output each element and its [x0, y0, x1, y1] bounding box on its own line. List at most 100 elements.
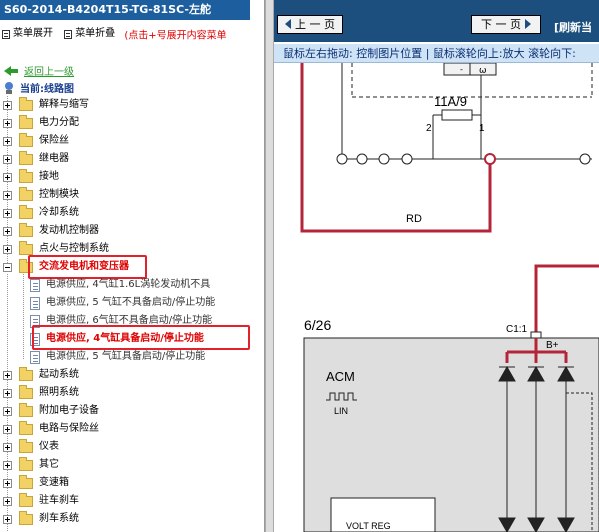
document-icon: [30, 278, 40, 292]
svg-text:ω: ω: [479, 66, 487, 76]
viewer-panel: 上 一 页 下 一 页 [刷新当 鼠标左右拖动: 控制图片位置 | 鼠标滚轮向上…: [274, 0, 599, 532]
expand-icon[interactable]: [3, 388, 12, 398]
wiring-diagram[interactable]: - ω 11A/9 2 1 RD 6/26 C1:1 B+ ACM LIN VO…: [274, 62, 599, 532]
expand-icon[interactable]: [3, 514, 12, 524]
svg-text:VOLT REG: VOLT REG: [346, 521, 391, 531]
viewer-nav-bar: 上 一 页 下 一 页 [刷新当: [274, 0, 599, 42]
expand-icon[interactable]: [3, 442, 12, 452]
list-icon: [64, 29, 73, 39]
folder-icon: [19, 420, 33, 435]
svg-text:ACM: ACM: [326, 369, 355, 384]
tree-item-transmission[interactable]: 变速箱: [0, 474, 69, 492]
folder-icon: [19, 402, 33, 417]
expand-icon[interactable]: [3, 154, 12, 164]
collapse-icon[interactable]: [3, 262, 12, 272]
folder-icon: [19, 384, 33, 399]
tree-item-control-modules[interactable]: 控制模块: [0, 186, 79, 204]
expand-menu-button[interactable]: 菜单展开: [0, 26, 53, 42]
tree-item-parking-brake[interactable]: 驻车刹车: [0, 492, 79, 510]
tree-subitem[interactable]: 电源供应, 5 气缸具备启动/停止功能: [30, 348, 205, 366]
expand-icon[interactable]: [3, 424, 12, 434]
folder-icon: [19, 132, 33, 147]
folder-icon: [19, 96, 33, 111]
arrow-left-icon: [285, 19, 291, 29]
refresh-link[interactable]: [刷新当: [554, 19, 592, 35]
expand-icon[interactable]: [3, 172, 12, 182]
tree-item-ignition[interactable]: 点火与控制系统: [0, 240, 109, 258]
folder-icon: [19, 186, 33, 201]
expand-icon[interactable]: [3, 244, 12, 254]
expand-icon[interactable]: [3, 406, 12, 416]
tree-item-cooling[interactable]: 冷却系统: [0, 204, 79, 222]
expand-icon[interactable]: [3, 370, 12, 380]
back-arrow-icon: [4, 65, 18, 76]
tree-subitem[interactable]: 电源供应, 5 气缸不具备启动/停止功能: [30, 294, 215, 312]
list-icon: [2, 29, 10, 39]
folder-icon: [19, 222, 33, 237]
svg-text:C1:1: C1:1: [506, 324, 528, 335]
svg-text:B+: B+: [546, 340, 559, 351]
expand-icon[interactable]: [3, 100, 12, 110]
tree-subitem[interactable]: 电源供应, 4气缸1.6L涡轮发动机不具: [30, 276, 210, 294]
prev-page-button[interactable]: 上 一 页: [277, 15, 343, 34]
tree-item-circuits[interactable]: 电路与保险丝: [0, 420, 99, 438]
folder-icon: [19, 168, 33, 183]
arrow-right-icon: [525, 19, 531, 29]
folder-icon: [19, 456, 33, 471]
menu-toolbar: 菜单展开 菜单折叠 (点击+号展开内容菜单: [0, 26, 264, 42]
tree-item-electronics[interactable]: 附加电子设备: [0, 402, 99, 420]
splitter-handle[interactable]: [265, 0, 274, 532]
svg-text:-: -: [460, 65, 463, 74]
svg-text:RD: RD: [406, 213, 422, 225]
tree-item-lighting[interactable]: 照明系统: [0, 384, 79, 402]
svg-text:2: 2: [426, 123, 432, 134]
wiring-diagram-canvas: - ω 11A/9 2 1 RD 6/26 C1:1 B+ ACM LIN VO…: [300, 62, 599, 532]
tree-item-fuses[interactable]: 保险丝: [0, 132, 69, 150]
tree-item-relays[interactable]: 继电器: [0, 150, 69, 168]
expand-icon[interactable]: [3, 190, 12, 200]
folder-icon: [19, 510, 33, 525]
menu-panel: S60-2014-B4204T15-TG-81SC-左舵 菜单展开 菜单折叠 (…: [0, 0, 265, 532]
tree-subitem-selected[interactable]: 电源供应, 4气缸具备启动/停止功能: [30, 330, 204, 348]
folder-open-icon: [19, 258, 33, 273]
tree-item-brakes[interactable]: 刹车系统: [0, 510, 79, 528]
fuse-label: 11A/9: [434, 94, 467, 109]
document-icon: [30, 332, 40, 346]
expand-icon[interactable]: [3, 226, 12, 236]
expand-icon[interactable]: [3, 118, 12, 128]
next-page-button[interactable]: 下 一 页: [471, 15, 541, 34]
tree-item-instruments[interactable]: 仪表: [0, 438, 59, 456]
tree-item-power-distribution[interactable]: 电力分配: [0, 114, 79, 132]
document-icon: [30, 350, 40, 364]
folder-icon: [19, 438, 33, 453]
folder-icon: [19, 240, 33, 255]
tree-item-alternator[interactable]: 交流发电机和变压器: [0, 258, 129, 276]
document-icon: [30, 314, 40, 328]
tree-item-other[interactable]: 其它: [0, 456, 59, 474]
expand-icon[interactable]: [3, 496, 12, 506]
document-title: S60-2014-B4204T15-TG-81SC-左舵: [0, 0, 250, 20]
tree-item-engine-controller[interactable]: 发动机控制器: [0, 222, 99, 240]
tree-subitem[interactable]: 电源供应, 6气缸不具备启动/停止功能: [30, 312, 212, 330]
folder-icon: [19, 474, 33, 489]
folder-icon: [19, 150, 33, 165]
expand-icon[interactable]: [3, 136, 12, 146]
folder-icon: [19, 492, 33, 507]
menu-hint: (点击+号展开内容菜单: [124, 30, 227, 42]
svg-text:1: 1: [479, 123, 485, 134]
svg-text:6/26: 6/26: [304, 317, 331, 333]
folder-icon: [19, 366, 33, 381]
back-link[interactable]: 返回上一级: [4, 63, 74, 78]
tree-item-ground[interactable]: 接地: [0, 168, 59, 186]
tree-guide-line: [23, 274, 24, 360]
expand-icon[interactable]: [3, 460, 12, 470]
expand-icon[interactable]: [3, 478, 12, 488]
folder-icon: [19, 114, 33, 129]
collapse-menu-button[interactable]: 菜单折叠: [62, 26, 115, 42]
tree-item-explanations[interactable]: 解释与缩写: [0, 96, 89, 114]
svg-text:LIN: LIN: [334, 406, 348, 416]
expand-icon[interactable]: [3, 208, 12, 218]
location-icon: [4, 81, 14, 94]
tree-item-starting[interactable]: 起动系统: [0, 366, 79, 384]
folder-icon: [19, 204, 33, 219]
